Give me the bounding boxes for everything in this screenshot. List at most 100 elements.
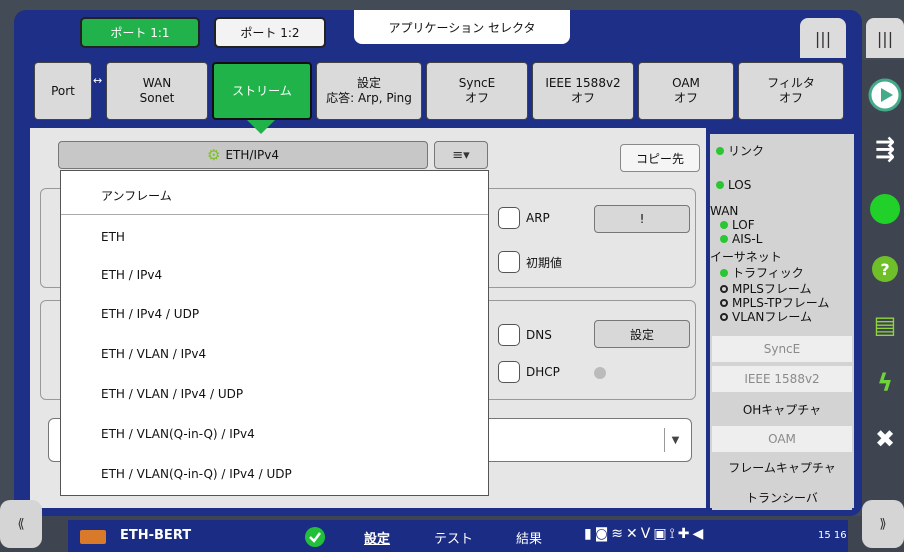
tab-filter[interactable]: フィルタ オフ	[738, 62, 844, 120]
results-tab[interactable]: 結果	[516, 528, 542, 547]
active-tab-pointer	[247, 120, 275, 134]
status-panel: リンク LOS WAN LOF AIS-L イーサネット トラフィック MPLS…	[710, 134, 854, 510]
dropdown-item[interactable]: ETH / VLAN / IPv4 / UDP	[61, 375, 488, 413]
dns-label: DNS	[526, 328, 552, 342]
tab-port-label: Port	[51, 83, 75, 98]
status-wan: WAN	[710, 204, 738, 218]
dhcp-status-indicator	[594, 367, 606, 379]
tab-synce-label: SyncE	[458, 76, 496, 90]
copy-to-button[interactable]: コピー先	[620, 144, 700, 172]
initial-checkbox-row[interactable]: 初期値	[498, 251, 562, 273]
tab-synce-sub: オフ	[464, 91, 489, 105]
ais-led-icon	[720, 235, 728, 243]
frame-capture-button[interactable]: フレームキャプチャ	[712, 454, 852, 480]
tab-port[interactable]: Port	[34, 62, 92, 120]
synce-status-button[interactable]: SyncE	[712, 336, 852, 362]
tab-settings-sub: 応答: Arp, Ping	[326, 91, 412, 105]
status-los: LOS	[716, 178, 751, 192]
signal-icon[interactable]: ⇶	[866, 128, 904, 170]
port-1-2-tab[interactable]: ポート 1:2	[214, 17, 326, 48]
right-expand-button[interactable]: ⟫	[862, 500, 904, 548]
status-traffic-label: トラフィック	[732, 266, 804, 280]
close-icon[interactable]: ✖	[866, 418, 904, 460]
svg-text:?: ?	[880, 260, 889, 279]
vlan-led-icon	[720, 312, 728, 321]
oh-capture-button[interactable]: OHキャプチャ	[712, 396, 852, 422]
tab-wan-label: WAN	[142, 76, 172, 90]
tab-ieee1588-label: IEEE 1588v2	[545, 76, 621, 90]
module-icon	[80, 530, 106, 544]
status-vlan-label: VLANフレーム	[732, 310, 812, 324]
left-expand-button[interactable]: ⟪	[0, 500, 42, 548]
status-traffic: トラフィック	[720, 264, 804, 281]
play-icon[interactable]	[866, 74, 904, 116]
mpls-led-icon	[720, 284, 728, 293]
ieee1588-status-button[interactable]: IEEE 1588v2	[712, 366, 852, 392]
tab-ieee1588-sub: オフ	[570, 91, 595, 105]
tab-settings[interactable]: 設定 応答: Arp, Ping	[316, 62, 422, 120]
status-vlan: VLANフレーム	[720, 308, 812, 325]
oam-status-button[interactable]: OAM	[712, 426, 852, 452]
test-tab[interactable]: テスト	[434, 528, 473, 547]
status-lof: LOF	[720, 218, 755, 232]
tab-oam-label: OAM	[672, 76, 700, 90]
arp-checkbox[interactable]	[498, 207, 520, 229]
lof-led-icon	[720, 221, 728, 229]
arp-checkbox-row[interactable]: ARP	[498, 207, 550, 229]
dropdown-item[interactable]: アンフレーム	[61, 177, 488, 215]
tab-oam[interactable]: OAM オフ	[638, 62, 734, 120]
dns-settings-button[interactable]: 設定	[594, 320, 690, 348]
report-icon[interactable]: ▤	[866, 304, 904, 346]
chevron-down-icon[interactable]: ▼	[664, 428, 686, 452]
dropdown-item[interactable]: ETH / VLAN / IPv4	[61, 335, 488, 373]
stream-type-dropdown: アンフレーム ETH ETH / IPv4 ETH / IPv4 / UDP E…	[60, 170, 489, 496]
dropdown-item[interactable]: ETH / IPv4 / UDP	[61, 295, 488, 333]
panel-toggle-icon[interactable]: |||	[800, 18, 846, 58]
status-lof-label: LOF	[732, 218, 755, 232]
tab-filter-label: フィルタ	[767, 76, 815, 90]
status-link-label: リンク	[728, 144, 765, 158]
port-1-1-tab[interactable]: ポート 1:1	[80, 17, 200, 48]
tab-stream-label: ストリーム	[232, 83, 292, 98]
panel-toggle-icon-2[interactable]: |||	[866, 18, 904, 58]
arp-detail-button[interactable]: !	[594, 205, 690, 233]
dropdown-item[interactable]: ETH	[61, 218, 488, 256]
tab-ieee1588[interactable]: IEEE 1588v2 オフ	[532, 62, 634, 120]
traffic-led-icon	[720, 268, 728, 277]
dropdown-item[interactable]: ETH / VLAN(Q-in-Q) / IPv4 / UDP	[61, 455, 488, 493]
app-name: ETH-BERT	[120, 528, 192, 543]
los-led-icon	[716, 181, 724, 189]
application-selector-button[interactable]: アプリケーション セレクタ	[354, 10, 570, 44]
system-status-icons: ▮◙≋✕V▣⟟✚◀	[584, 526, 707, 542]
stream-type-button[interactable]: ⚙ ETH/IPv4	[58, 141, 428, 169]
arp-label: ARP	[526, 211, 550, 225]
dhcp-checkbox[interactable]	[498, 361, 520, 383]
tab-settings-label: 設定	[356, 76, 381, 90]
status-link: リンク	[716, 142, 764, 159]
setup-tab[interactable]: 設定	[364, 528, 390, 547]
dropdown-item[interactable]: ETH / VLAN(Q-in-Q) / IPv4	[61, 415, 488, 453]
tab-wan-sub: Sonet	[139, 91, 175, 105]
dns-checkbox[interactable]	[498, 324, 520, 346]
tab-oam-sub: オフ	[673, 91, 698, 105]
tab-synce[interactable]: SyncE オフ	[426, 62, 528, 120]
status-led-icon	[866, 188, 904, 230]
status-ais: AIS-L	[720, 232, 762, 246]
dhcp-label: DHCP	[526, 365, 560, 379]
gear-icon: ⚙	[207, 146, 221, 164]
help-icon[interactable]: ?	[866, 248, 904, 290]
transceiver-button[interactable]: トランシーバ	[712, 484, 852, 510]
initial-checkbox[interactable]	[498, 251, 520, 273]
check-icon	[304, 526, 326, 552]
lightning-icon[interactable]: ϟ	[866, 362, 904, 404]
dropdown-item[interactable]: ETH / IPv4	[61, 256, 488, 294]
dns-checkbox-row[interactable]: DNS	[498, 324, 552, 346]
status-ais-label: AIS-L	[732, 232, 763, 246]
tab-stream[interactable]: ストリーム	[212, 62, 312, 120]
status-ethernet-label: イーサネット	[710, 250, 782, 264]
initial-label: 初期値	[526, 255, 563, 270]
status-wan-label: WAN	[710, 204, 739, 218]
tab-wan[interactable]: WAN Sonet	[106, 62, 208, 120]
list-menu-button[interactable]: ≡▾	[434, 141, 488, 169]
dhcp-checkbox-row[interactable]: DHCP	[498, 361, 560, 383]
